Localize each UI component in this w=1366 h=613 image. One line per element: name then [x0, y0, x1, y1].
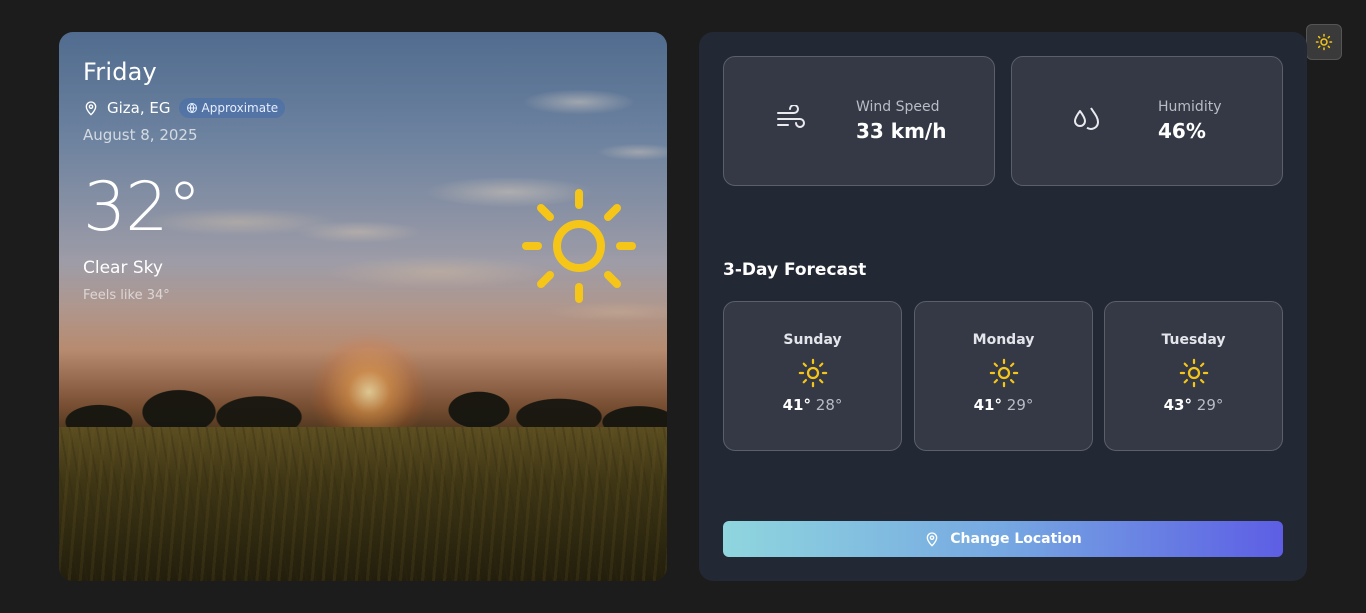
forecast-card-tuesday: Tuesday 43° 29° — [1104, 301, 1283, 451]
wind-icon — [777, 105, 805, 128]
location-row: Giza, EG Approximate — [83, 98, 286, 118]
current-weather-card: Friday Giza, EG Approximate August 8, 20… — [59, 32, 667, 581]
current-temperature: 32° — [83, 168, 202, 247]
weather-condition: Clear Sky — [83, 258, 163, 278]
current-day: Friday — [83, 58, 157, 86]
sun-icon — [989, 358, 1018, 388]
humidity-label: Humidity — [1158, 99, 1222, 115]
wind-speed-value: 33 km/h — [856, 119, 947, 143]
location-pin-icon — [926, 532, 938, 547]
forecast-low: 29° — [1196, 396, 1224, 414]
humidity-card: Humidity 46% — [1011, 56, 1283, 186]
forecast-high: 41° — [973, 396, 1002, 414]
humidity-icon — [1074, 107, 1099, 130]
wind-speed-label: Wind Speed — [856, 99, 940, 115]
wind-speed-card: Wind Speed 33 km/h — [723, 56, 995, 186]
forecast-temps: 41° 28° — [724, 396, 901, 414]
forecast-title: 3-Day Forecast — [723, 260, 867, 280]
sun-icon — [798, 358, 827, 388]
forecast-day: Tuesday — [1161, 332, 1226, 348]
location-pin-icon — [85, 101, 97, 116]
feels-like: Feels like 34° — [83, 288, 170, 303]
details-panel: Wind Speed 33 km/h Humidity 46% 3-Day Fo… — [699, 32, 1307, 581]
theme-toggle-button[interactable] — [1306, 24, 1342, 60]
forecast-temps: 41° 29° — [915, 396, 1092, 414]
sun-icon — [1179, 358, 1208, 388]
approximate-badge: Approximate — [178, 98, 286, 118]
current-date: August 8, 2025 — [83, 126, 198, 144]
approximate-label: Approximate — [201, 101, 279, 115]
forecast-low: 29° — [1006, 396, 1034, 414]
globe-icon — [186, 102, 197, 114]
sun-icon — [1315, 33, 1333, 51]
forecast-high: 43° — [1163, 396, 1192, 414]
forecast-low: 28° — [815, 396, 843, 414]
forecast-temps: 43° 29° — [1105, 396, 1282, 414]
forecast-high: 41° — [782, 396, 811, 414]
sun-icon — [522, 189, 636, 303]
forecast-day: Sunday — [783, 332, 842, 348]
current-weather-info: Friday Giza, EG Approximate August 8, 20… — [83, 58, 286, 303]
change-location-button[interactable]: Change Location — [723, 521, 1283, 557]
location-name: Giza, EG — [107, 99, 171, 117]
humidity-value: 46% — [1158, 119, 1206, 143]
change-location-label: Change Location — [950, 531, 1082, 547]
forecast-card-monday: Monday 41° 29° — [914, 301, 1093, 451]
forecast-day: Monday — [972, 332, 1035, 348]
forecast-card-sunday: Sunday 41° 28° — [723, 301, 902, 451]
